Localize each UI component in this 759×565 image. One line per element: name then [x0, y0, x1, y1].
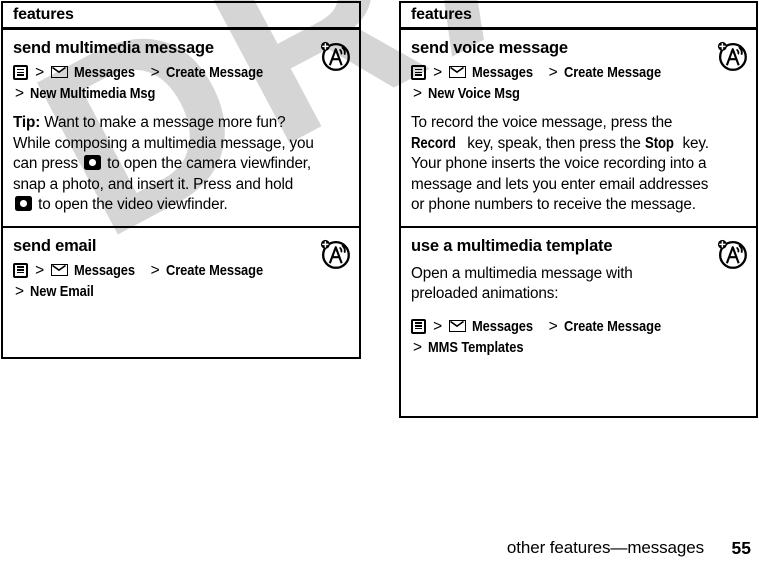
menu-path-segment: Messages: [471, 317, 533, 335]
menu-path: > Messages > Create Message > New Email: [13, 261, 263, 300]
menu-path: > Messages > Create Message > New Multim…: [13, 64, 263, 102]
feature-title: send email: [13, 236, 97, 255]
menu-key-icon: [411, 65, 426, 80]
menu-path-segment: New Email: [30, 282, 94, 300]
menu-path-segment: MMS Templates: [428, 338, 524, 356]
menu-key-icon: [13, 65, 28, 80]
menu-key-icon: [13, 262, 28, 278]
menu-path-segment: Create Message: [165, 64, 263, 81]
footer-page-number: 55: [731, 538, 751, 558]
footer-section-title: other features—messages: [506, 538, 704, 557]
features-table-left: features send multimedia message > Messa…: [1, 1, 361, 359]
feature-title: send voice message: [411, 39, 568, 57]
network-feature-badge-icon: [715, 237, 748, 270]
menu-path-segment: New Voice Msg: [428, 85, 521, 102]
feature-title: send multimedia message: [13, 39, 214, 57]
table-header-label: features: [411, 6, 472, 23]
envelope-icon: [449, 319, 467, 332]
feature-description-paragraph: To record the voice message, press the R…: [411, 113, 712, 216]
page-footer: other features—messages 55: [0, 538, 759, 564]
envelope-icon: [51, 263, 69, 276]
key-name-record: Record: [411, 134, 456, 152]
network-feature-badge-icon: [318, 39, 351, 72]
menu-path-segment: Create Message: [563, 64, 661, 81]
menu-path-segment: Messages: [471, 64, 533, 81]
feature-row-use-multimedia-template: use a multimedia template Open a multime…: [401, 225, 756, 368]
envelope-icon: [449, 66, 467, 78]
tip-label: Tip:: [13, 114, 41, 131]
network-feature-badge-icon: [318, 237, 351, 270]
manual-page: features send multimedia message > Messa…: [0, 0, 759, 565]
features-table-right: features send voice message > Messages >…: [399, 1, 758, 418]
menu-path-segment: New Multimedia Msg: [30, 85, 156, 102]
camera-key-icon: [15, 196, 32, 211]
desc-text-part: key, speak, then press the: [463, 134, 645, 152]
table-header-left: features: [3, 3, 359, 30]
feature-row-send-multimedia-message: send multimedia message > Messages > Cre…: [3, 30, 359, 226]
menu-key-icon: [411, 318, 426, 334]
tip-text-part: to open the video viewfinder.: [34, 196, 228, 213]
camera-key-icon: [84, 155, 102, 170]
menu-path-segment: Create Message: [563, 317, 661, 335]
menu-path: > Messages > Create Message > New Voice …: [411, 64, 661, 102]
feature-title: use a multimedia template: [411, 236, 613, 255]
envelope-icon: [51, 66, 69, 78]
menu-path-segment: Messages: [73, 261, 135, 279]
menu-path-segment: Create Message: [165, 261, 263, 279]
key-name-stop: Stop: [644, 134, 674, 152]
table-header-label: features: [13, 6, 74, 23]
table-header-right: features: [401, 3, 756, 30]
feature-row-send-email: send email > Messages > Create Message >…: [3, 225, 359, 312]
desc-text-part: To record the voice message, press the: [411, 114, 673, 131]
feature-tip-paragraph: Tip: Want to make a message more fun? Wh…: [13, 113, 315, 216]
network-feature-badge-icon: [715, 39, 748, 72]
menu-path-segment: Messages: [73, 64, 135, 81]
menu-path: > Messages > Create Message > MMS Templa…: [411, 317, 661, 356]
feature-description-paragraph: Open a multimedia message with preloaded…: [411, 264, 633, 303]
feature-row-send-voice-message: send voice message > Messages > Create M…: [401, 30, 756, 226]
